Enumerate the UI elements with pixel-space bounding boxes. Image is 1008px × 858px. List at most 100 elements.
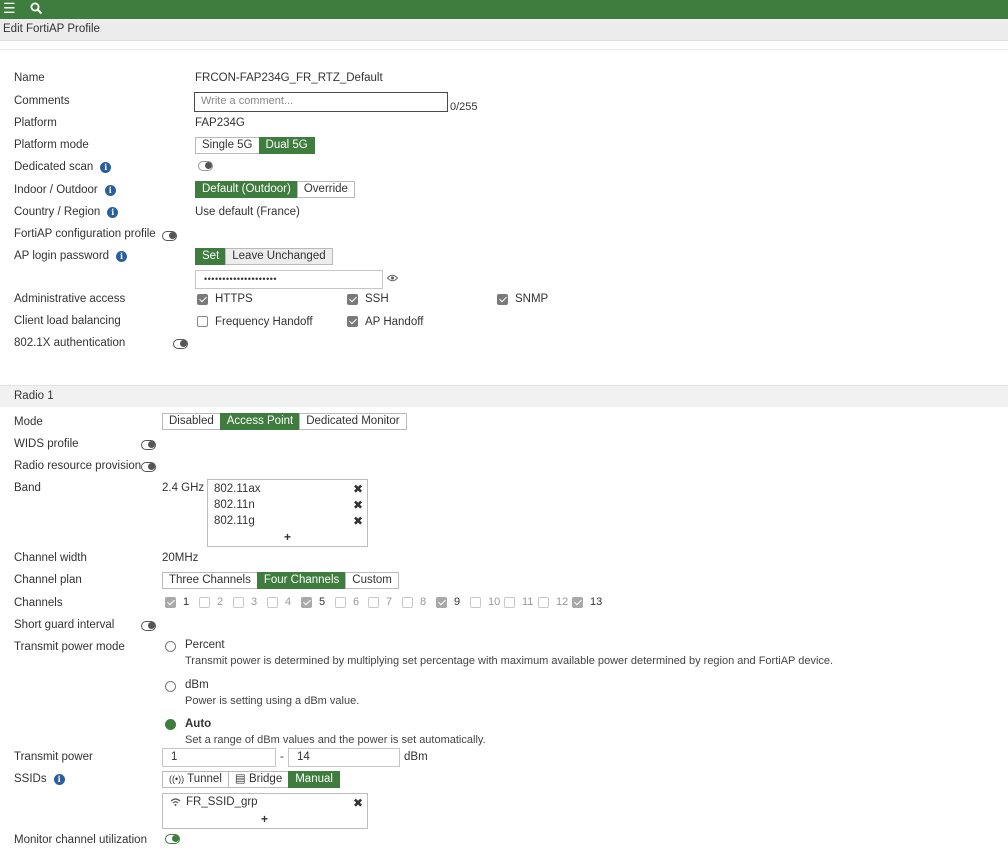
https-label: HTTPS (215, 293, 253, 305)
ap-login-password-input[interactable]: •••••••••••••••••••• (195, 270, 383, 289)
channel-1-checkbox[interactable] (165, 597, 176, 608)
add-ssid-icon[interactable]: + (261, 812, 268, 826)
auto-radio[interactable] (165, 719, 176, 730)
channel-13-checkbox[interactable] (572, 597, 583, 608)
https-checkbox[interactable] (197, 294, 208, 305)
channel-6-checkbox[interactable] (335, 597, 346, 608)
channel-4-checkbox[interactable] (267, 597, 278, 608)
band-item-80211g: 802.11g (214, 515, 255, 527)
channel-width-value: 20MHz (162, 552, 199, 564)
indoor-outdoor-override[interactable]: Override (296, 181, 355, 198)
mode-selector: Disabled Access Point Dedicated Monitor (162, 413, 407, 430)
mode-dedicated-monitor[interactable]: Dedicated Monitor (299, 413, 407, 430)
ssid-mode-bridge[interactable]: ▤ Bridge (227, 771, 290, 788)
comments-placeholder: Write a comment... (201, 95, 294, 107)
info-icon[interactable]: i (116, 251, 128, 262)
band-label: Band (14, 482, 41, 494)
channel-12-checkbox[interactable] (538, 597, 549, 608)
platform-value: FAP234G (195, 117, 245, 129)
channel-10-checkbox[interactable] (470, 597, 481, 608)
monitor-channel-utilization-toggle[interactable] (165, 834, 180, 844)
ap-login-password-label: AP login password (14, 250, 110, 262)
ssid-item: FR_SSID_grp (186, 796, 258, 808)
ssid-mode-tunnel[interactable]: ((•)) Tunnel (162, 771, 229, 788)
wids-profile-label: WIDS profile (14, 438, 79, 450)
dbm-option-title: dBm (185, 679, 209, 691)
auto-option-title: Auto (185, 718, 212, 730)
channel-3-checkbox[interactable] (233, 597, 244, 608)
bridge-label: Bridge (248, 773, 283, 785)
country-region-label: Country / Region (14, 206, 101, 218)
fortiap-config-profile-toggle[interactable] (162, 231, 177, 241)
radio-resource-provision-toggle[interactable] (141, 462, 156, 472)
channel-plan-four[interactable]: Four Channels (256, 572, 347, 589)
platform-mode-dual-5g[interactable]: Dual 5G (258, 137, 315, 154)
dbm-option-description: Power is setting using a dBm value. (185, 695, 360, 707)
mode-disabled[interactable]: Disabled (162, 413, 221, 430)
comments-textarea[interactable]: Write a comment... (194, 92, 448, 112)
channel-2-checkbox[interactable] (199, 597, 210, 608)
auto-option-description: Set a range of dBm values and the power … (185, 734, 486, 746)
frequency-handoff-checkbox[interactable] (197, 316, 208, 327)
add-band-icon[interactable]: + (284, 530, 291, 544)
wids-profile-toggle[interactable] (141, 440, 156, 450)
transmit-power-separator: - (280, 751, 284, 763)
indoor-outdoor-default[interactable]: Default (Outdoor) (195, 181, 298, 198)
remove-icon[interactable]: ✖ (353, 796, 363, 810)
channel-7-checkbox[interactable] (368, 597, 379, 608)
remove-icon[interactable]: ✖ (353, 514, 363, 528)
search-icon[interactable] (30, 0, 43, 18)
comments-label: Comments (14, 95, 70, 107)
info-icon[interactable]: i (53, 774, 65, 785)
platform-mode-label: Platform mode (14, 139, 89, 151)
dedicated-scan-toggle[interactable] (198, 161, 213, 171)
show-password-eye-icon[interactable] (386, 273, 399, 285)
band-listbox[interactable]: 802.11ax ✖ 802.11n ✖ 802.11g ✖ + (207, 479, 368, 547)
channel-12-label: 12 (556, 596, 569, 608)
dbm-radio[interactable] (165, 681, 176, 692)
short-guard-interval-toggle[interactable] (141, 621, 156, 631)
remove-icon[interactable]: ✖ (353, 498, 363, 512)
channel-8-checkbox[interactable] (402, 597, 413, 608)
country-region-row: Country / Region i (14, 206, 119, 218)
remove-icon[interactable]: ✖ (353, 482, 363, 496)
info-icon[interactable]: i (100, 162, 112, 173)
ap-handoff-checkbox[interactable] (347, 316, 358, 327)
ssid-mode-manual[interactable]: Manual (288, 771, 340, 788)
channel-5-checkbox[interactable] (301, 597, 312, 608)
band-frequency: 2.4 GHz (162, 482, 205, 494)
channel-7-label: 7 (386, 596, 393, 608)
transmit-power-min-input[interactable]: 1 (162, 748, 276, 767)
transmit-power-unit: dBm (404, 751, 428, 763)
ap-login-password-leave-unchanged[interactable]: Leave Unchanged (225, 248, 333, 265)
snmp-checkbox[interactable] (497, 294, 508, 305)
channel-plan-custom[interactable]: Custom (345, 572, 399, 589)
info-icon[interactable]: i (107, 207, 119, 218)
percent-radio[interactable] (165, 641, 176, 652)
channel-1-label: 1 (183, 596, 190, 608)
platform-mode-single-5g[interactable]: Single 5G (195, 137, 260, 154)
radio-1-section-header[interactable]: Radio 1 (0, 385, 1008, 407)
ap-login-password-set[interactable]: Set (195, 248, 227, 265)
channel-9-checkbox[interactable] (436, 597, 447, 608)
ssids-row: SSIDs i (14, 773, 65, 785)
8021x-authentication-toggle[interactable] (173, 339, 188, 349)
bridge-icon: ▤ (234, 773, 246, 785)
transmit-power-max-input[interactable]: 14 (288, 748, 400, 767)
radio-1-heading: Radio 1 (14, 390, 54, 402)
ssid-listbox[interactable]: FR_SSID_grp ✖ + (162, 793, 368, 829)
channel-11-checkbox[interactable] (504, 597, 515, 608)
mode-label: Mode (14, 416, 43, 428)
fortiap-config-profile-label: FortiAP configuration profile (14, 228, 156, 240)
indoor-outdoor-label: Indoor / Outdoor (14, 184, 98, 196)
info-icon[interactable]: i (104, 185, 116, 196)
mode-access-point[interactable]: Access Point (219, 413, 301, 430)
client-load-balancing-label: Client load balancing (14, 315, 121, 327)
channel-13-label: 13 (590, 596, 603, 608)
channel-plan-three[interactable]: Three Channels (162, 572, 258, 589)
transmit-power-label: Transmit power (14, 751, 93, 763)
hamburger-menu-icon[interactable]: ☰ (3, 0, 16, 19)
channel-11-label: 11 (522, 596, 534, 608)
ssh-checkbox[interactable] (347, 294, 358, 305)
administrative-access-label: Administrative access (14, 293, 126, 305)
